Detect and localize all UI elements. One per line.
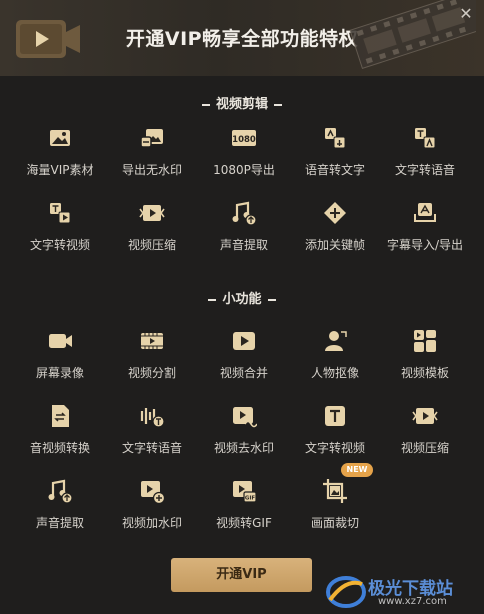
text-to-video-icon: [325, 406, 345, 426]
screen-record-icon: [49, 334, 72, 348]
svg-text:1080: 1080: [232, 135, 256, 145]
audio-extract-icon: [232, 201, 257, 226]
subtitle-icon: [414, 203, 436, 222]
1080p-icon: 1080: [232, 130, 256, 146]
tool-crop[interactable]: 画面裁切: [290, 478, 380, 531]
section-title-small-tools: 小功能: [0, 288, 484, 307]
feature-text-to-video[interactable]: 文字转视频: [15, 200, 105, 253]
close-button[interactable]: ✕: [458, 6, 474, 22]
video-merge-icon: [233, 332, 255, 350]
feature-add-keyframe[interactable]: 添加关键帧: [290, 200, 380, 253]
site-watermark: 极光下载站 www.xz7.com: [326, 572, 476, 612]
tool-audio-extract[interactable]: 声音提取: [15, 478, 105, 531]
video-compress-icon: [412, 408, 438, 424]
speech-to-text-icon: [325, 128, 346, 149]
crop-icon: [323, 479, 347, 503]
image-icon: [50, 130, 70, 146]
tool-video-merge[interactable]: 视频合并: [199, 328, 289, 381]
tool-add-watermark[interactable]: 视频加水印: [107, 478, 197, 531]
text-to-speech-icon: [415, 128, 436, 149]
tool-text-to-video[interactable]: 文字转视频: [290, 403, 380, 456]
tool-person-cutout[interactable]: 人物抠像: [290, 328, 380, 381]
text-to-speech-icon: [140, 408, 165, 428]
tool-text-to-speech[interactable]: 文字转语音: [107, 403, 197, 456]
tool-remove-watermark[interactable]: 视频去水印: [199, 403, 289, 456]
section-title-video-editing: 视频剪辑: [0, 93, 484, 112]
new-badge: NEW: [341, 463, 373, 477]
open-vip-button[interactable]: 开通VIP: [171, 558, 312, 592]
feature-audio-extract[interactable]: 声音提取: [199, 200, 289, 253]
feature-text-to-speech[interactable]: 文字转语音: [380, 125, 470, 178]
tool-av-convert[interactable]: 音视频转换: [15, 403, 105, 456]
feature-1080p-export[interactable]: 1080 1080P导出: [199, 125, 289, 178]
feature-video-compress[interactable]: 视频压缩: [107, 200, 197, 253]
feature-subtitle-import-export[interactable]: 字幕导入/导出: [380, 200, 470, 253]
header-banner: 开通VIP畅享全部功能特权 ✕: [0, 0, 484, 76]
feature-vip-materials[interactable]: 海量VIP素材: [15, 125, 105, 178]
film-reel-decoration-icon: [349, 0, 476, 70]
video-split-icon: [141, 333, 163, 349]
svg-text:GIF: GIF: [245, 496, 256, 502]
av-convert-icon: [52, 405, 69, 427]
tool-screen-record[interactable]: 屏幕录像: [15, 328, 105, 381]
video-template-icon: [414, 330, 436, 352]
tool-video-to-gif[interactable]: GIF 视频转GIF: [199, 478, 289, 531]
tool-video-split[interactable]: 视频分割: [107, 328, 197, 381]
text-to-video-icon: [50, 203, 71, 224]
add-watermark-icon: [141, 481, 165, 504]
person-cutout-icon: [325, 331, 347, 351]
tool-video-template[interactable]: 视频模板: [380, 328, 470, 381]
audio-extract-icon: [48, 479, 73, 504]
feature-speech-to-text[interactable]: 语音转文字: [290, 125, 380, 178]
aurora-logo-icon: [326, 576, 366, 608]
tool-video-compress[interactable]: 视频压缩: [380, 403, 470, 456]
video-compress-icon: [139, 205, 165, 221]
remove-watermark-icon: [233, 407, 257, 428]
feature-export-no-watermark[interactable]: 导出无水印: [107, 125, 197, 178]
video-to-gif-icon: GIF: [233, 481, 257, 503]
keyframe-icon: [324, 202, 346, 224]
no-watermark-icon: [140, 129, 163, 148]
